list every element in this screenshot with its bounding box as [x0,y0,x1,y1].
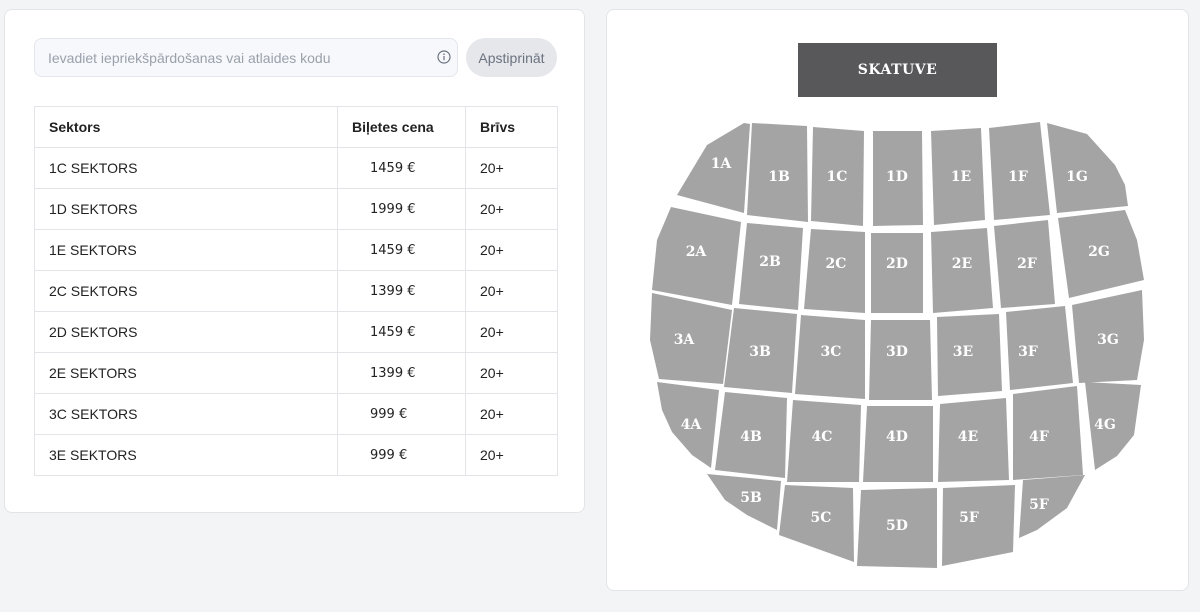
available-count: 20+ [465,352,558,394]
sector-1g[interactable] [1047,123,1128,213]
ticket-price: 999 € [337,434,466,476]
sector-name: 2E SEKTORS [34,352,338,394]
sector-label: 2C [826,256,847,272]
sector-label: 3G [1097,332,1119,348]
available-count: 20+ [465,311,558,353]
sector-label: 5C [811,510,832,526]
sector-name: 2D SEKTORS [34,311,338,353]
sector-3f[interactable] [1006,306,1073,390]
table-header-row: Sektors Biļetes cena Brīvs [34,106,558,148]
sector-label: 3C [821,344,842,360]
sector-label: 4F [1029,429,1049,445]
available-count: 20+ [465,188,558,230]
available-count: 20+ [465,229,558,271]
sector-label: 2A [686,244,708,260]
sector-label: 3F [1018,344,1038,360]
sector-label: 4G [1094,417,1116,433]
sector-label: 2B [759,254,781,270]
table-row[interactable]: 2D SEKTORS 1459 € 20+ [34,311,558,353]
ticket-price: 999 € [337,393,466,435]
sector-label: 2G [1088,244,1110,260]
promo-code-input[interactable] [34,38,458,77]
sector-3d[interactable] [869,320,932,400]
table-row[interactable]: 1E SEKTORS 1459 € 20+ [34,229,558,271]
sector-name: 1E SEKTORS [34,229,338,271]
sector-label: 3B [749,344,771,360]
sector-name: 1D SEKTORS [34,188,338,230]
sector-label: 1F [1008,169,1028,185]
sector-name: 3C SEKTORS [34,393,338,435]
ticket-price: 1399 € [337,352,466,394]
sector-label: 5F [1029,497,1049,513]
sector-label: 1D [886,169,908,185]
table-row[interactable]: 1C SEKTORS 1459 € 20+ [34,147,558,189]
sector-label: 3A [674,332,696,348]
table-row[interactable]: 3E SEKTORS 999 € 20+ [34,434,558,476]
ticket-panel: Apstiprināt Sektors Biļetes cena Brīvs 1… [4,9,585,513]
available-count: 20+ [465,147,558,189]
sector-label: 1E [951,169,971,185]
sector-label: 4A [681,417,703,433]
sector-label: 1G [1066,169,1088,185]
sector-label: 4D [886,429,908,445]
seat-map-panel: SKATUVE 1A 1B 1C 1D 1E 1F 1G 2A 2B 2C 2D 2E 2F 2G 3A 3B… [606,9,1189,591]
sector-name: 1C SEKTORS [34,147,338,189]
sector-2d[interactable] [871,233,923,313]
sector-label: 5D [886,518,908,534]
sector-price-table: Sektors Biļetes cena Brīvs 1C SEKTORS 14… [34,106,558,476]
available-count: 20+ [465,270,558,312]
ticket-price: 1459 € [337,147,466,189]
table-row[interactable]: 1D SEKTORS 1999 € 20+ [34,188,558,230]
header-sector: Sektors [34,106,338,148]
sector-name: 3E SEKTORS [34,434,338,476]
header-price: Biļetes cena [337,106,466,148]
info-icon[interactable] [437,50,451,64]
available-count: 20+ [465,434,558,476]
ticket-price: 1999 € [337,188,466,230]
table-row[interactable]: 3C SEKTORS 999 € 20+ [34,393,558,435]
ticket-price: 1459 € [337,229,466,271]
sector-label: 2D [886,256,908,272]
ticket-price: 1459 € [337,311,466,353]
sector-label: 2E [952,256,972,272]
sector-label: 2F [1017,256,1037,272]
sector-label: 3D [886,344,908,360]
seat-map: SKATUVE 1A 1B 1C 1D 1E 1F 1G 2A 2B 2C 2D 2E 2F 2G 3A 3B… [650,43,1144,568]
table-row[interactable]: 2E SEKTORS 1399 € 20+ [34,352,558,394]
sector-label: 5F [959,510,979,526]
sector-label: 1B [768,169,790,185]
confirm-button[interactable]: Apstiprināt [466,38,557,77]
ticket-price: 1399 € [337,270,466,312]
table-row[interactable]: 2C SEKTORS 1399 € 20+ [34,270,558,312]
sector-label: 4E [958,429,978,445]
sector-label: 5B [740,490,762,506]
sector-label: 3E [953,344,973,360]
sector-label: 4B [740,429,762,445]
header-free: Brīvs [465,106,558,148]
sector-label: 1C [827,169,848,185]
sector-name: 2C SEKTORS [34,270,338,312]
stage-label: SKATUVE [858,62,937,78]
sector-label: 1A [711,156,733,172]
available-count: 20+ [465,393,558,435]
sector-label: 4C [812,429,833,445]
